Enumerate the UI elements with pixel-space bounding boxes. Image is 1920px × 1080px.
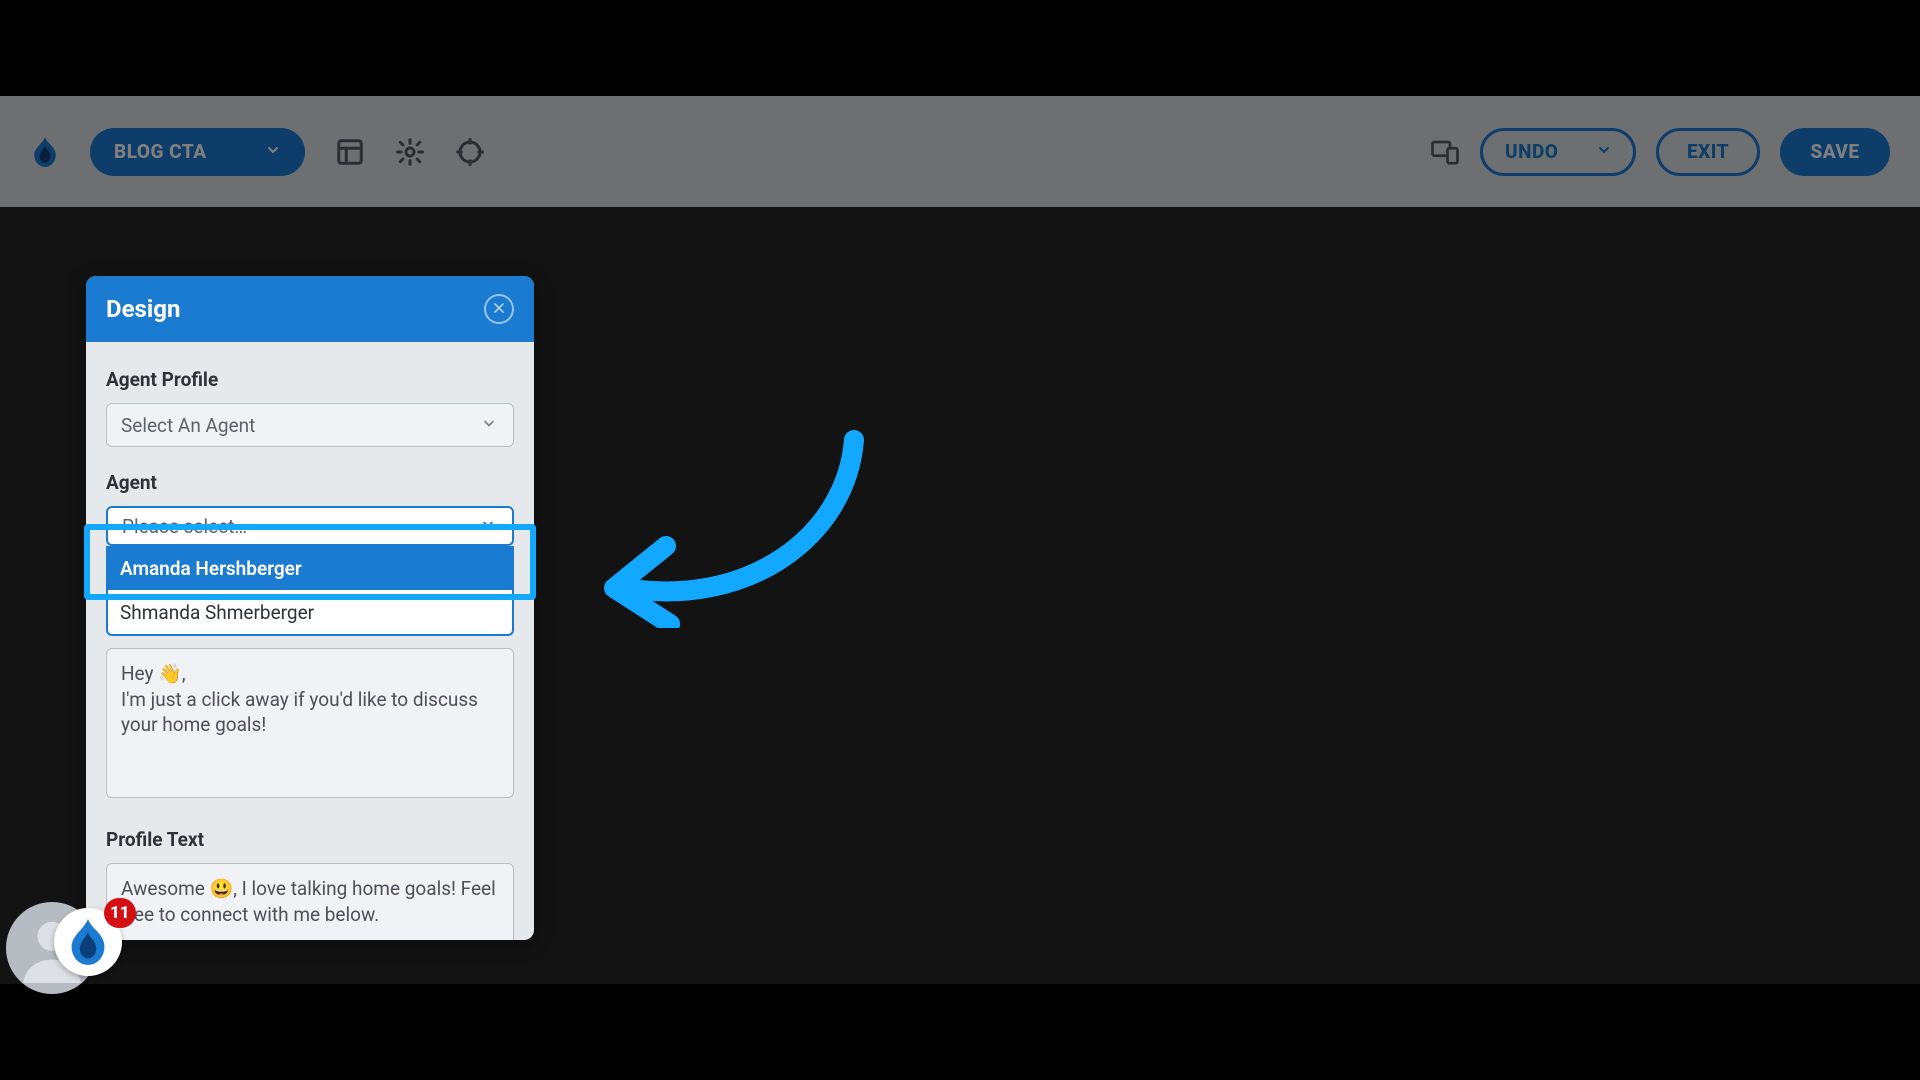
profile-text-field[interactable]: Awesome 😃, I love talking home goals! Fe… [106, 863, 514, 940]
agent-profile-value: Select An Agent [121, 414, 255, 437]
chevron-down-icon [481, 414, 497, 437]
profile-text-label: Profile Text [106, 828, 514, 851]
panel-title: Design [106, 295, 180, 323]
design-panel: Design Agent Profile Select An Agent Age… [86, 276, 534, 940]
agent-select[interactable]: Please select… [106, 506, 514, 546]
agent-option[interactable]: Amanda Hershberger [108, 546, 512, 590]
agent-label: Agent [106, 471, 514, 494]
agent-dropdown[interactable]: Amanda HershbergerShmanda Shmerberger [106, 546, 514, 636]
chevron-down-icon [480, 515, 496, 538]
agent-option[interactable]: Shmanda Shmerberger [108, 590, 512, 634]
cta-text-field[interactable]: Hey 👋, I'm just a click away if you'd li… [106, 648, 514, 798]
notification-badge: 11 [104, 898, 136, 928]
close-icon [492, 300, 506, 319]
panel-header: Design [86, 276, 534, 342]
chat-widget[interactable]: 11 [6, 884, 116, 984]
agent-profile-label: Agent Profile [106, 368, 514, 391]
agent-profile-select[interactable]: Select An Agent [106, 403, 514, 447]
agent-select-placeholder: Please select… [122, 515, 247, 538]
panel-close-button[interactable] [484, 294, 514, 324]
